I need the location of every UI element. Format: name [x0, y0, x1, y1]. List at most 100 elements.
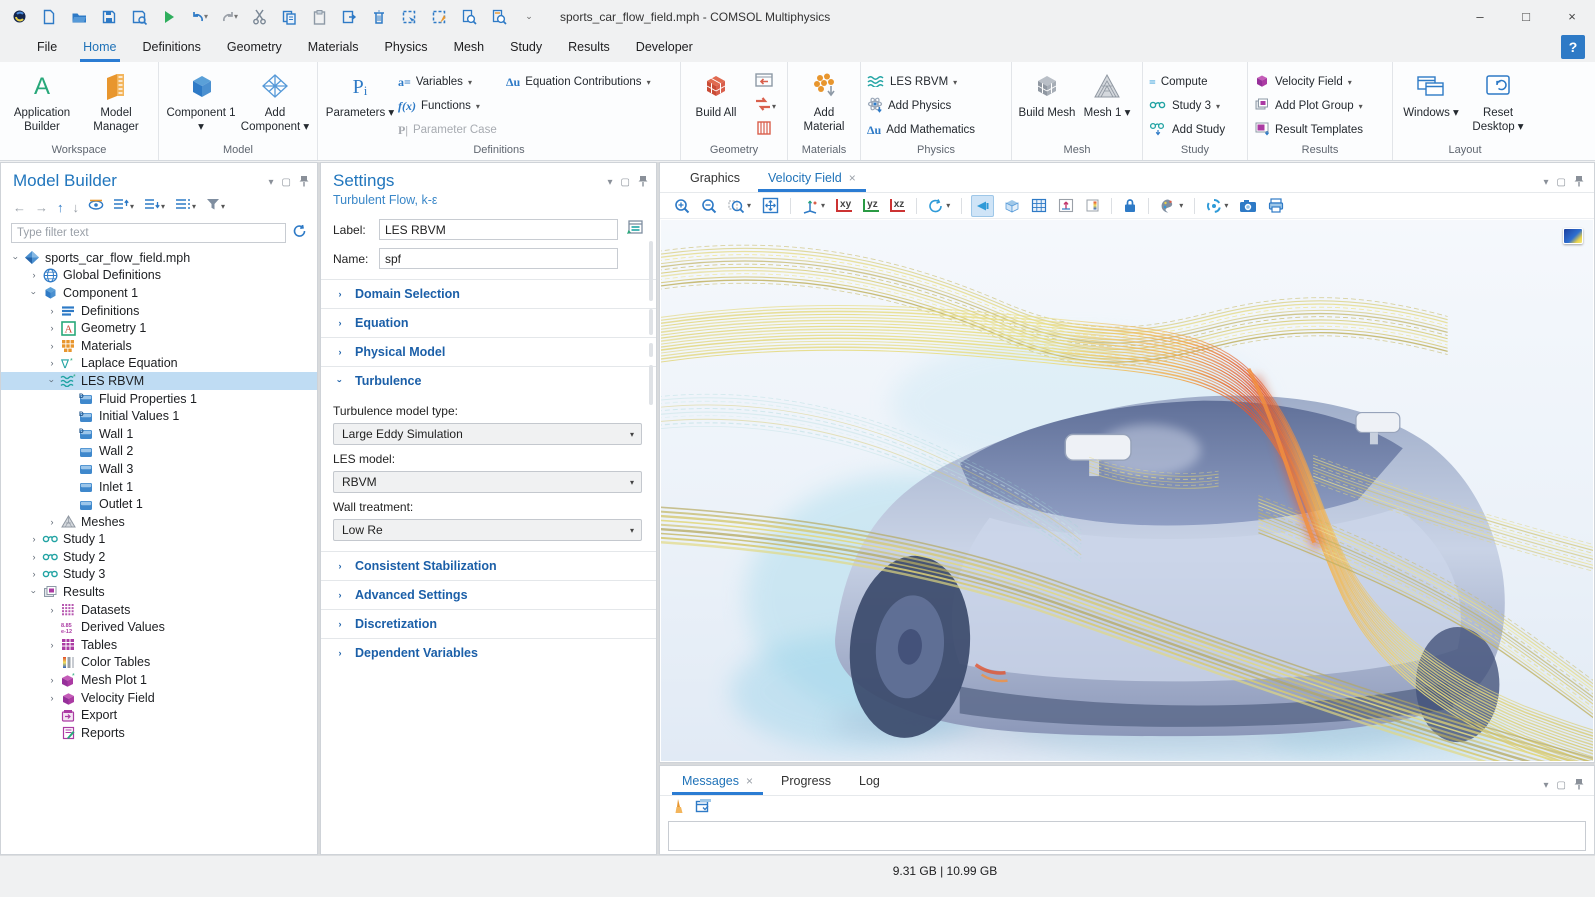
color-legend-icon[interactable]	[1083, 195, 1102, 217]
tree-item[interactable]: ›Study 1	[1, 531, 317, 549]
create-parameter-icon[interactable]	[626, 219, 644, 240]
tree-item[interactable]: ›Velocity Field	[1, 689, 317, 707]
float-panel-icon[interactable]: ▢	[282, 177, 291, 188]
copy-icon[interactable]	[276, 5, 302, 29]
panel-menu-caret-icon[interactable]: ▾	[608, 177, 613, 188]
section-expander-icon[interactable]: ›	[333, 347, 347, 357]
section-header[interactable]: ›Discretization	[321, 610, 656, 638]
tree-expander-icon[interactable]: ›	[45, 517, 59, 527]
menu-mesh[interactable]: Mesh	[441, 33, 498, 62]
tree-item[interactable]: ›Datasets	[1, 601, 317, 619]
build-mesh-button[interactable]: Build Mesh	[1018, 66, 1076, 120]
tree-item[interactable]: ›sports_car_flow_field.mph	[1, 249, 317, 267]
tree-item[interactable]: Wall 3	[1, 460, 317, 478]
application-builder-button[interactable]: A Application Builder	[6, 66, 78, 135]
tree-expander-icon[interactable]: ›	[45, 693, 59, 703]
parameters-button[interactable]: Pi Parameters ▾	[324, 66, 396, 120]
tree-expander-icon[interactable]: ›	[45, 341, 59, 351]
tree-item[interactable]: ›Tables	[1, 636, 317, 654]
rotate-view-icon[interactable]: ▾	[926, 195, 952, 217]
section-header[interactable]: ›Dependent Variables	[321, 639, 656, 667]
section-expander-icon[interactable]: ›	[333, 318, 347, 328]
float-panel-icon[interactable]: ▢	[1557, 780, 1566, 791]
tree-item[interactable]: DInitial Values 1	[1, 407, 317, 425]
tab-progress[interactable]: Progress	[771, 774, 841, 795]
maximize-button[interactable]: □	[1503, 0, 1549, 33]
tab-messages[interactable]: Messages×	[672, 774, 763, 795]
tree-item[interactable]: Inlet 1	[1, 478, 317, 496]
tree-expander-icon[interactable]: ›	[29, 585, 39, 599]
tree-item[interactable]: ›∇*Laplace Equation	[1, 355, 317, 373]
section-expander-icon[interactable]: ›	[333, 590, 347, 600]
select-box-icon[interactable]	[396, 5, 422, 29]
section-expander-icon[interactable]: ›	[333, 648, 347, 658]
section-header[interactable]: ›Consistent Stabilization	[321, 552, 656, 580]
tree-item[interactable]: Color Tables	[1, 654, 317, 672]
refresh-icon[interactable]	[292, 224, 307, 243]
add-plot-group-button[interactable]: Add Plot Group▾	[1254, 96, 1386, 116]
tab-velocity-field[interactable]: Velocity Field×	[758, 171, 866, 192]
tree-item[interactable]: ›Global Definitions	[1, 267, 317, 285]
menu-file[interactable]: File	[24, 33, 70, 62]
pin-panel-icon[interactable]	[638, 175, 648, 190]
reset-desktop-button[interactable]: Reset Desktop ▾	[1465, 66, 1531, 135]
tree-item[interactable]: DWall 1	[1, 425, 317, 443]
tab-graphics[interactable]: Graphics	[680, 171, 750, 192]
move-up-icon[interactable]: ↑	[57, 200, 64, 215]
menu-developer[interactable]: Developer	[623, 33, 706, 62]
deformation-icon[interactable]	[1056, 195, 1076, 217]
scene-light-toggle[interactable]	[971, 195, 994, 217]
tree-expander-icon[interactable]: ›	[47, 374, 57, 388]
tree-item[interactable]: ›AGeometry 1	[1, 319, 317, 337]
menu-study[interactable]: Study	[497, 33, 555, 62]
image-snapshot-icon[interactable]: ▾	[1204, 195, 1230, 217]
tree-item[interactable]: ›Study 3	[1, 566, 317, 584]
zoom-out-icon[interactable]	[699, 195, 719, 217]
cut-icon[interactable]	[246, 5, 272, 29]
tree-item[interactable]: ›Component 1	[1, 284, 317, 302]
pin-panel-icon[interactable]	[1574, 778, 1584, 793]
zoom-box-icon[interactable]: ▾	[726, 195, 753, 217]
pin-panel-icon[interactable]	[1574, 175, 1584, 190]
variables-button[interactable]: a=Variables▾	[398, 72, 504, 92]
functions-button[interactable]: f(x)Functions▾	[398, 96, 504, 116]
tree-item[interactable]: ›*Mesh Plot 1	[1, 671, 317, 689]
build-all-button[interactable]: Build All	[687, 66, 745, 120]
tree-item[interactable]: ›*LES RBVM	[1, 372, 317, 390]
close-button[interactable]: ×	[1549, 0, 1595, 33]
tree-item[interactable]: ›Definitions	[1, 302, 317, 320]
tree-item[interactable]: ›Study 2	[1, 548, 317, 566]
pin-panel-icon[interactable]	[299, 175, 309, 190]
add-material-button[interactable]: Add Material	[794, 66, 854, 135]
back-icon[interactable]: ←	[13, 200, 26, 215]
label-field-input[interactable]	[379, 219, 618, 240]
float-panel-icon[interactable]: ▢	[1557, 177, 1566, 188]
wireframe-icon[interactable]	[1029, 195, 1049, 217]
virtual-operations-icon[interactable]	[756, 120, 772, 141]
tree-item[interactable]: Export	[1, 706, 317, 724]
parameter-case-button[interactable]: P|Parameter Case	[398, 120, 504, 140]
tree-item[interactable]: Outlet 1	[1, 495, 317, 513]
equation-contributions-button[interactable]: ΔuEquation Contributions▾	[506, 72, 674, 92]
tree-expander-icon[interactable]: ›	[45, 605, 59, 615]
dropdown-select[interactable]: RBVM▾	[333, 471, 642, 493]
velocity-field-dropdown[interactable]: Velocity Field▾	[1254, 72, 1386, 92]
les-rbvm-dropdown[interactable]: LES RBVM▾	[867, 72, 1005, 92]
component-1-button[interactable]: Component 1 ▾	[165, 66, 237, 135]
tree-expander-icon[interactable]: ›	[27, 569, 41, 579]
view-xz-icon[interactable]: xz	[888, 195, 908, 217]
view-xy-icon[interactable]: xy	[834, 195, 854, 217]
tree-item[interactable]: DFluid Properties 1	[1, 390, 317, 408]
section-expander-icon[interactable]: ›	[333, 619, 347, 629]
messages-output[interactable]	[668, 821, 1586, 851]
menu-definitions[interactable]: Definitions	[130, 33, 214, 62]
tree-expander-icon[interactable]: ›	[45, 323, 59, 333]
tree-item[interactable]: Wall 2	[1, 443, 317, 461]
add-physics-button[interactable]: Add Physics	[867, 96, 1005, 116]
close-tab-icon[interactable]: ×	[746, 774, 753, 788]
run-icon[interactable]	[156, 5, 182, 29]
transparency-icon[interactable]	[1001, 195, 1022, 217]
insert-sequence-icon[interactable]	[754, 72, 774, 93]
menu-geometry[interactable]: Geometry	[214, 33, 295, 62]
zoom-in-icon[interactable]	[672, 195, 692, 217]
